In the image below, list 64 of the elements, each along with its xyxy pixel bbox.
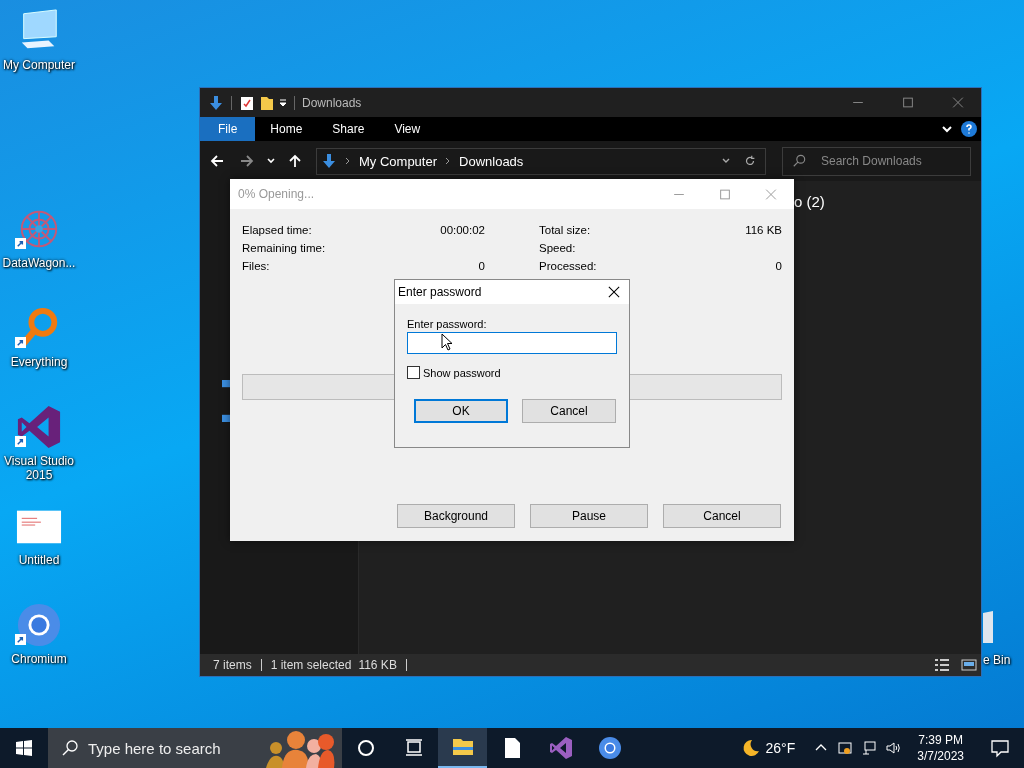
windows-start-icon[interactable] [16, 740, 32, 756]
chevron-right-icon [345, 156, 351, 166]
stat-label: Speed: [539, 242, 576, 254]
stat-value: 0 [478, 260, 485, 272]
chromium-icon[interactable] [16, 602, 62, 648]
clock-time[interactable]: 7:39 PM [918, 732, 963, 748]
taskbar-app[interactable] [438, 728, 487, 768]
weather-temperature[interactable]: 26°F [765, 740, 796, 756]
visual-studio-icon [548, 736, 573, 760]
status-text: 7 items [213, 658, 252, 672]
up-arrow-icon[interactable] [287, 153, 303, 169]
security-icon[interactable] [837, 740, 854, 756]
stat-label: Elapsed time: [242, 224, 312, 236]
properties-icon[interactable] [239, 94, 255, 111]
dialog-button[interactable]: OK [414, 399, 508, 423]
chromium-icon [597, 736, 622, 760]
large-icons-view-icon[interactable] [961, 658, 977, 672]
notification-icon[interactable] [990, 738, 1010, 758]
dialog-title: 0% Opening... [238, 187, 315, 201]
chevron-down-icon[interactable] [941, 123, 953, 135]
stat-value: 116 KB [745, 224, 782, 236]
checkbox[interactable] [407, 366, 420, 379]
search-field[interactable]: Search Downloads [782, 146, 971, 176]
download-arrow-icon [321, 153, 337, 169]
stat-label: Total size: [539, 224, 591, 236]
field-label: Enter password: [407, 318, 487, 332]
clock-date[interactable]: 3/7/2023 [917, 748, 964, 764]
visual-studio-icon[interactable] [16, 404, 62, 450]
mouse-cursor-icon [441, 333, 453, 351]
dialog-button[interactable]: Pause [530, 504, 648, 528]
refresh-icon[interactable] [743, 154, 757, 168]
window-title: Downloads [302, 95, 362, 110]
dialog-button[interactable]: Background [397, 504, 515, 528]
help-icon[interactable] [961, 121, 977, 137]
stat-label: Processed: [539, 260, 597, 272]
password-field[interactable] [407, 332, 617, 354]
close-icon[interactable] [608, 286, 620, 298]
stat-label: Files: [242, 260, 270, 272]
desktop-icon-label[interactable]: e Bin [983, 653, 1011, 667]
stat-label: Remaining time: [242, 242, 326, 254]
stat-value: 0 [775, 260, 782, 272]
breadcrumb-item[interactable]: My Computer [359, 153, 438, 169]
chevron-right-icon [445, 156, 452, 166]
chevron-down-icon[interactable] [266, 156, 276, 166]
search-icon [62, 740, 78, 756]
dialog-button[interactable]: Cancel [522, 399, 616, 423]
search-icon [792, 153, 806, 168]
back-arrow-icon[interactable] [209, 153, 225, 169]
address-bar[interactable]: My Computer Downloads [316, 147, 766, 175]
dropdown-icon[interactable] [279, 97, 287, 108]
download-arrow-icon[interactable] [208, 94, 224, 111]
group-header[interactable]: o (2) [794, 193, 825, 210]
status-text: 116 KB [358, 658, 397, 672]
stat-value: 00:00:02 [440, 224, 485, 236]
checkbox-label[interactable]: Show password [423, 366, 501, 379]
ribbon-tab[interactable]: File [200, 117, 256, 141]
dialog-title: Enter password [398, 285, 482, 299]
volume-icon[interactable] [885, 740, 902, 756]
breadcrumb-item[interactable]: Downloads [459, 153, 524, 169]
folder-icon[interactable] [259, 94, 275, 111]
forward-arrow-icon[interactable] [239, 153, 255, 169]
status-text: 1 item selected [270, 658, 352, 672]
details-view-icon[interactable] [934, 658, 950, 672]
dialog-button[interactable]: Cancel [663, 504, 781, 528]
